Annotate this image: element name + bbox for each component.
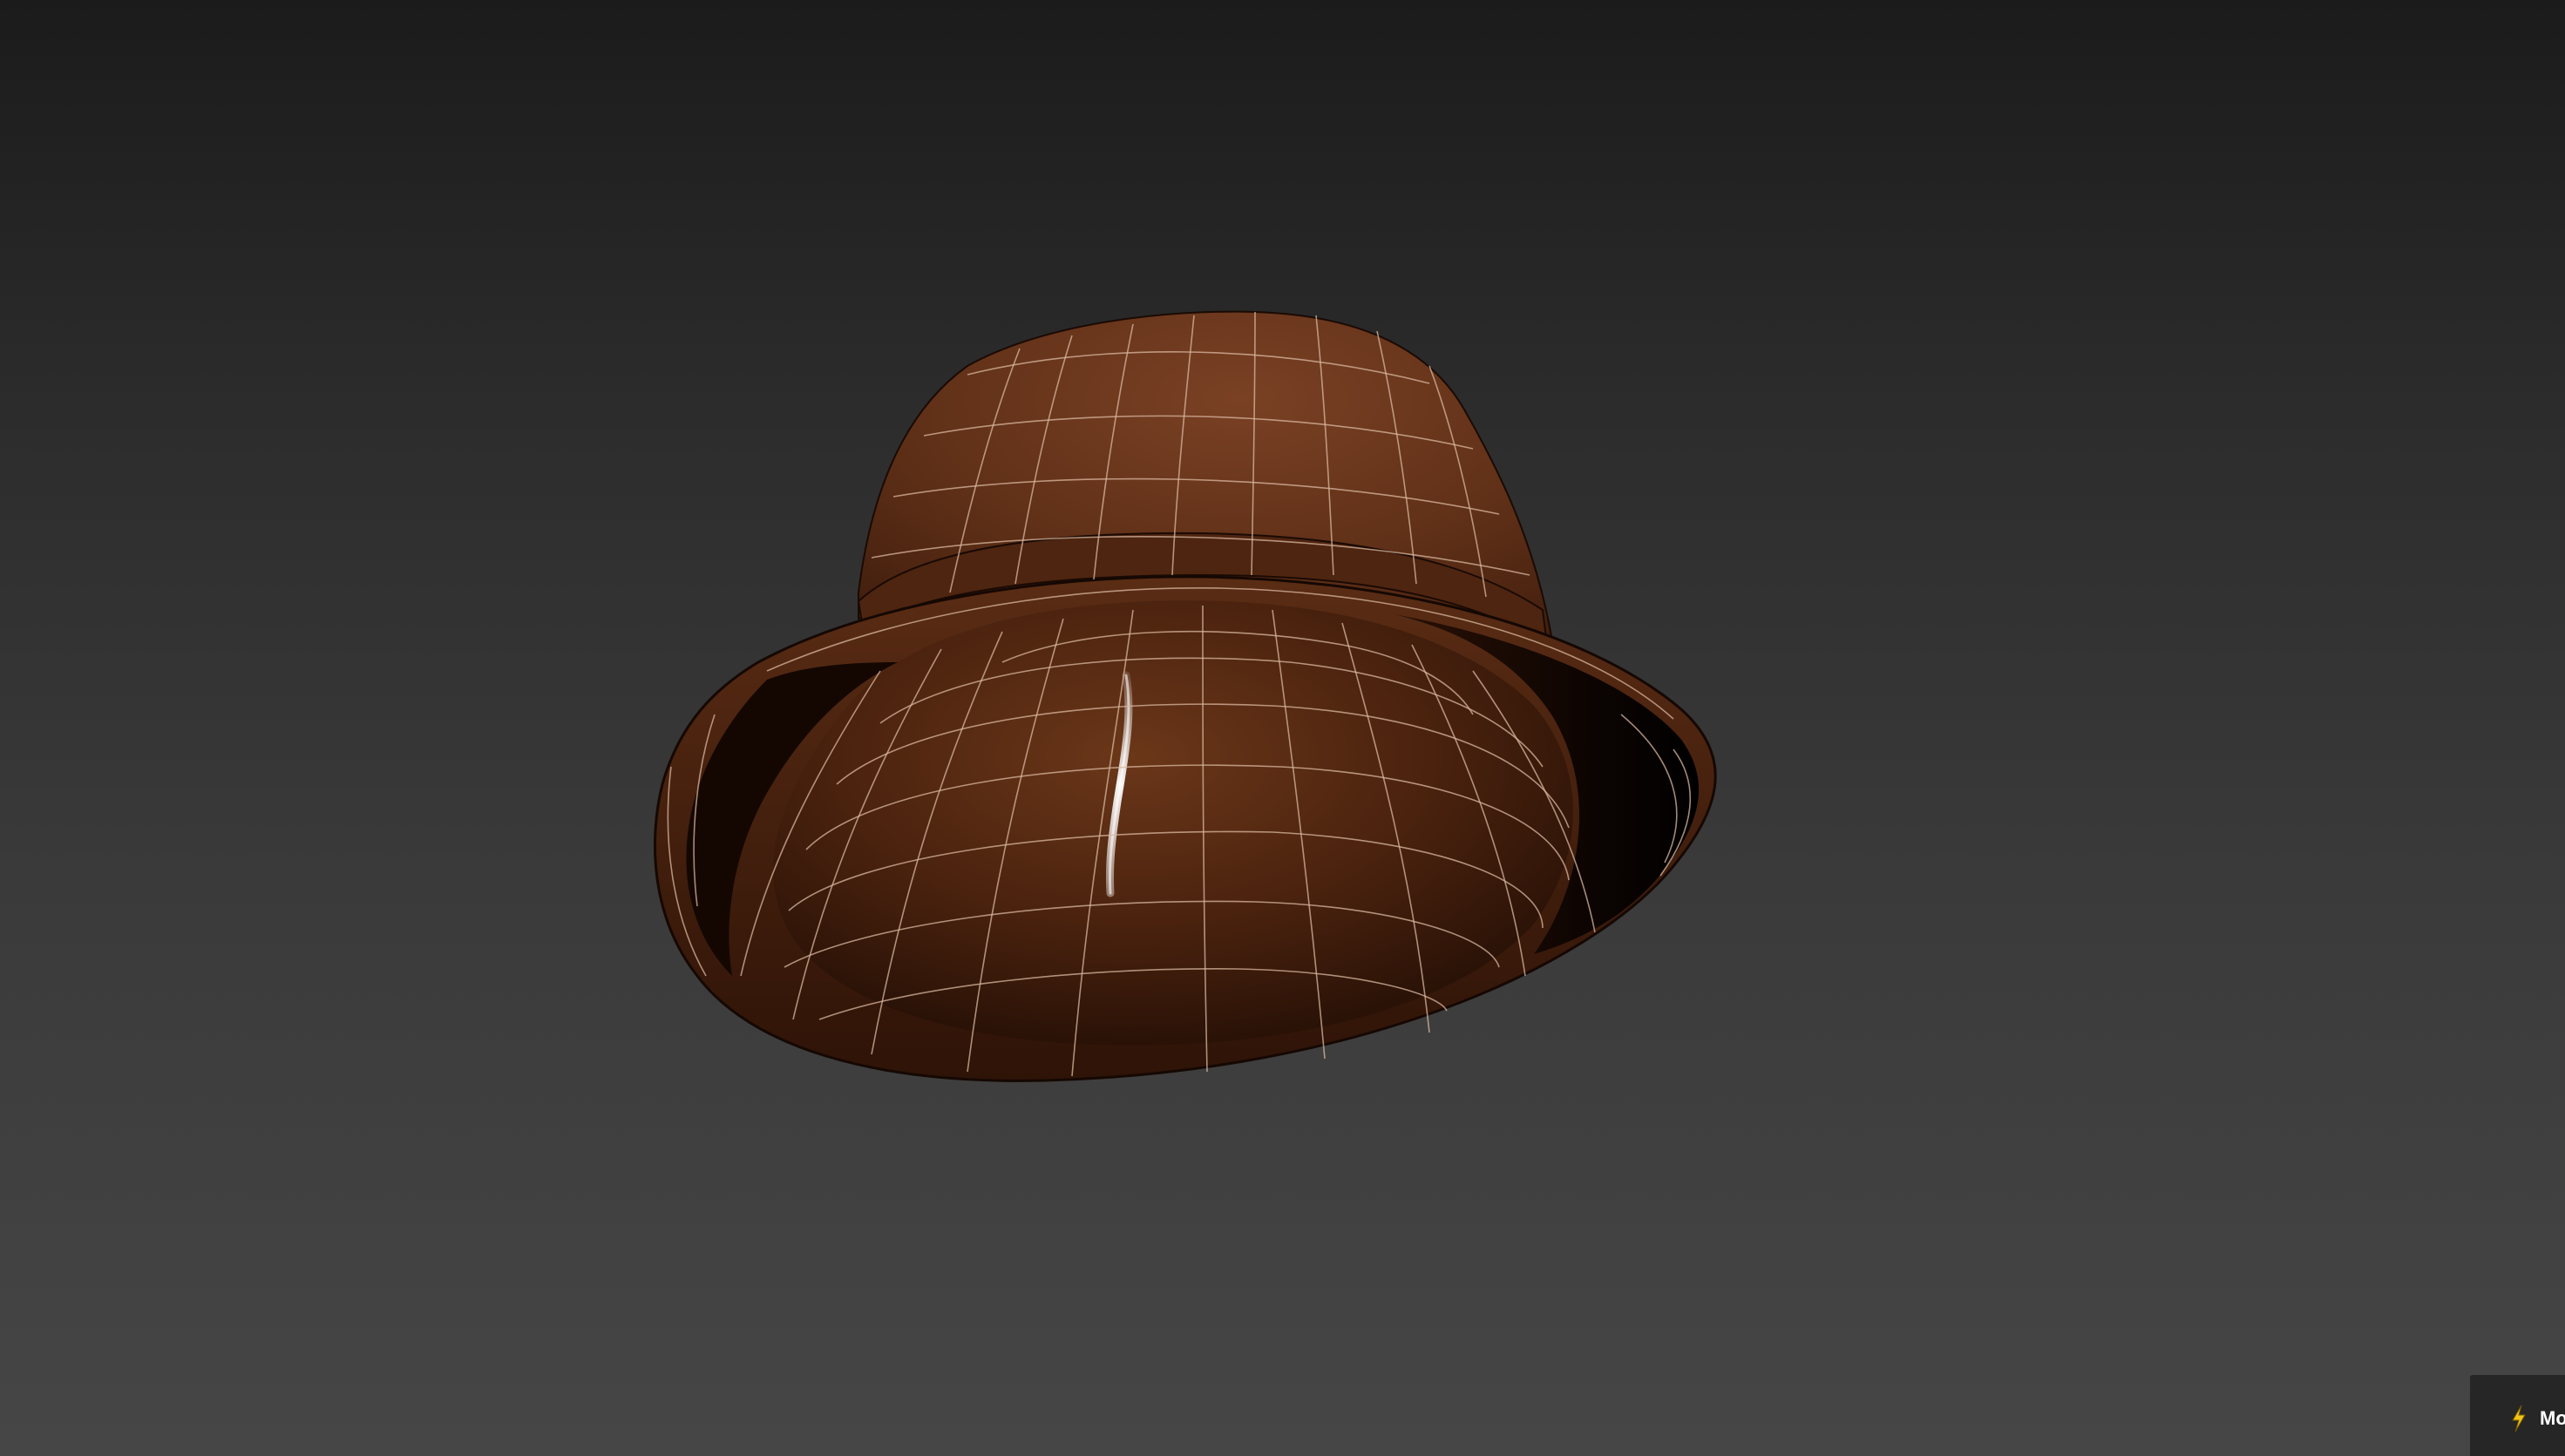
hat-inner-bowl — [773, 600, 1573, 1046]
badge-label: Mo — [2540, 1407, 2565, 1429]
lightning-bolt-icon — [2512, 1405, 2526, 1432]
hat-model[interactable] — [0, 0, 2565, 1456]
3d-viewport[interactable]: Mo — [0, 0, 2565, 1456]
status-badge[interactable]: Mo — [2470, 1375, 2565, 1456]
